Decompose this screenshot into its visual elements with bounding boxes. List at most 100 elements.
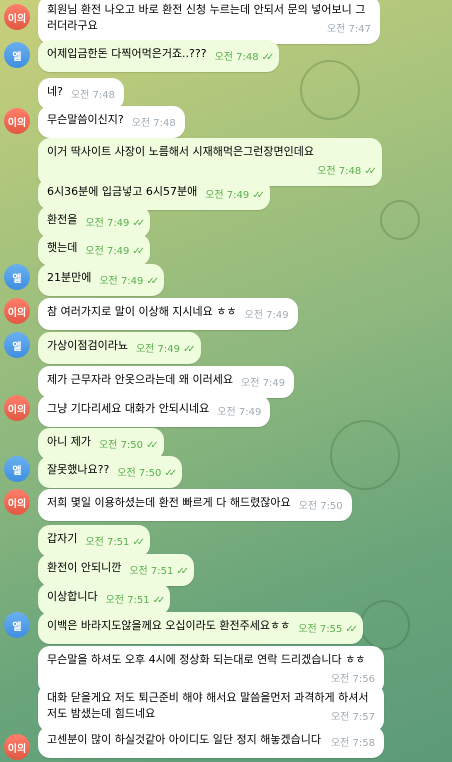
message-text: 무슨말씀이신지? (47, 113, 124, 126)
message-text: 무슨말을 하셔도 오후 4시에 정상화 되는대로 연락 드리겠습니다 ㅎㅎ (47, 653, 366, 666)
message-text: 아니 제가 (47, 435, 91, 448)
message-time: 오전 7:49 (244, 310, 289, 321)
message-text: 21분만에 (47, 271, 92, 284)
avatar[interactable]: 이의 (4, 395, 30, 421)
message-text: 고센분이 많이 하실것같아 아이디도 일단 정지 해놓겠습니다 (47, 733, 321, 746)
double-check-icon: ✓✓ (132, 246, 145, 257)
message-bubble[interactable]: 대화 닫을게요 저도 퇴근준비 해야 해서요 말씀을먼저 과격하게 하셔서 저도… (38, 684, 384, 732)
message-bubble[interactable]: 이상합니다 오전 7:51 ✓✓ (38, 583, 171, 615)
message-time: 오전 7:58 (330, 738, 375, 749)
message-bubble[interactable]: 잘못했나요?? 오전 7:50 ✓✓ (38, 456, 183, 488)
message-text: 갑자기 (47, 532, 78, 545)
message-time: 오전 7:48 (317, 166, 362, 177)
message-time: 오전 7:50 (98, 440, 144, 451)
message-meta: 오전 7:55 ✓✓ (298, 622, 358, 638)
message-meta: 오전 7:50 ✓✓ (98, 438, 159, 454)
avatar[interactable]: 이의 (4, 734, 30, 760)
message-meta: 오전 7:49 ✓✓ (85, 244, 145, 260)
message-text: 참 여러가지로 말이 이상해 지시네요 ㅎㅎ (47, 305, 237, 318)
double-check-icon: ✓✓ (164, 468, 177, 479)
avatar[interactable]: 이의 (4, 4, 30, 30)
message-time: 오전 7:49 (217, 407, 262, 418)
message-bubble[interactable]: 환전이 안되니깐 오전 7:51 ✓✓ (38, 554, 195, 586)
message-time: 오전 7:48 (70, 90, 116, 101)
message-time: 오전 7:49 (241, 378, 286, 389)
message-time: 오전 7:49 (135, 344, 181, 355)
message-time: 오전 7:50 (117, 468, 162, 479)
avatar[interactable]: 앨 (4, 42, 30, 68)
message-bubble[interactable]: 회원님 환전 나오고 바로 환전 신청 누르는데 안되서 문의 넣어보니 그러더… (38, 0, 380, 44)
double-check-icon: ✓✓ (176, 566, 189, 577)
double-check-icon: ✓✓ (364, 166, 377, 177)
message-text: 대화 닫을게요 저도 퇴근준비 해야 해서요 말씀을먼저 과격하게 하셔서 저도… (47, 691, 369, 720)
message-time: 오전 7:49 (85, 246, 130, 257)
message-time: 오전 7:47 (326, 24, 371, 35)
message-bubble[interactable]: 저희 몇일 이용하셨는데 환전 빠르게 다 해드렸잖아요 오전 7:50 (38, 489, 352, 521)
message-meta: 오전 7:49 ✓✓ (135, 342, 196, 358)
message-time: 오전 7:48 (214, 52, 259, 63)
message-bubble[interactable]: 21분만에 오전 7:49 ✓✓ (38, 264, 165, 296)
chat-history: 이의 회원님 환전 나오고 바로 환전 신청 누르는데 안되서 문의 넣어보니 … (0, 0, 452, 762)
message-bubble[interactable]: 가상이점검이라뇨 오전 7:49 ✓✓ (38, 332, 201, 364)
message-time: 오전 7:48 (131, 118, 176, 129)
double-check-icon: ✓✓ (146, 440, 159, 451)
message-meta: 오전 7:48 ✓✓ (214, 50, 275, 66)
double-check-icon: ✓✓ (152, 595, 166, 606)
avatar[interactable]: 이의 (4, 108, 30, 134)
message-time: 오전 7:51 (85, 537, 130, 548)
message-meta: 오전 7:50 ✓✓ (117, 466, 177, 482)
message-text: 6시36분에 입금넣고 6시57분애 (47, 185, 198, 198)
message-text: 이거 딱사이트 사장이 노름해서 시재해먹은그런장면인데요 (47, 145, 314, 158)
double-check-icon: ✓✓ (132, 537, 145, 548)
message-text: 가상이점검이라뇨 (47, 339, 128, 352)
message-time: 오전 7:51 (129, 566, 174, 577)
background-doodle (360, 600, 410, 650)
avatar[interactable]: 앨 (4, 612, 30, 638)
message-bubble[interactable]: 이백은 바라지도않을께요 오십이라도 환전주세요ㅎㅎ 오전 7:55 ✓✓ (38, 612, 364, 644)
avatar[interactable]: 이의 (4, 489, 30, 515)
double-check-icon: ✓✓ (132, 218, 145, 229)
background-doodle (330, 420, 400, 490)
message-meta: 오전 7:51 ✓✓ (129, 564, 189, 580)
message-meta: 오전 7:48 ✓✓ (317, 164, 377, 180)
message-time: 오전 7:50 (298, 501, 343, 512)
message-meta: 오전 7:51 ✓✓ (105, 593, 166, 609)
avatar[interactable]: 이의 (4, 298, 30, 324)
double-check-icon: ✓✓ (252, 190, 265, 201)
message-bubble[interactable]: 고센분이 많이 하실것같아 아이디도 일단 정지 해놓겠습니다 오전 7:58 (38, 726, 384, 758)
message-meta: 오전 7:51 ✓✓ (85, 535, 145, 551)
double-check-icon: ✓✓ (345, 624, 358, 635)
background-doodle (380, 200, 420, 240)
avatar[interactable]: 앨 (4, 264, 30, 290)
message-text: 저희 몇일 이용하셨는데 환전 빠르게 다 해드렸잖아요 (47, 496, 291, 509)
message-bubble[interactable]: 어제입금한돈 다찍어먹은거죠..??? 오전 7:48 ✓✓ (38, 40, 280, 72)
double-check-icon: ✓✓ (183, 344, 196, 355)
message-text: 네? (47, 85, 63, 98)
message-meta: 오전 7:49 ✓✓ (99, 274, 159, 290)
avatar[interactable]: 앨 (4, 456, 30, 482)
message-meta: 오전 7:49 ✓✓ (205, 188, 265, 204)
message-bubble[interactable]: 햇는데 오전 7:49 ✓✓ (38, 234, 151, 266)
message-bubble[interactable]: 참 여러가지로 말이 이상해 지시네요 ㅎㅎ 오전 7:49 (38, 298, 298, 330)
message-text: 이백은 바라지도않을께요 오십이라도 환전주세요ㅎㅎ (47, 619, 291, 632)
message-time: 오전 7:51 (105, 595, 150, 606)
message-bubble[interactable]: 그냥 기다리세요 대화가 안되시네요 오전 7:49 (38, 395, 271, 427)
message-text: 제가 근무자라 안옷으라는데 왜 이러세요 (47, 373, 234, 386)
message-bubble[interactable]: 제가 근무자라 안옷으라는데 왜 이러세요 오전 7:49 (38, 366, 295, 398)
message-bubble[interactable]: 무슨말씀이신지? 오전 7:48 (38, 106, 185, 138)
message-time: 오전 7:55 (298, 624, 343, 635)
message-time: 오전 7:49 (85, 218, 130, 229)
message-meta: 오전 7:49 ✓✓ (85, 216, 145, 232)
background-doodle (300, 60, 360, 120)
message-text: 그냥 기다리세요 대화가 안되시네요 (47, 402, 210, 415)
message-text: 환전을 (47, 213, 78, 226)
avatar[interactable]: 앨 (4, 332, 30, 358)
message-text: 햇는데 (47, 241, 78, 254)
double-check-icon: ✓✓ (146, 276, 159, 287)
message-text: 잘못했나요?? (47, 463, 110, 476)
message-time: 오전 7:49 (99, 276, 144, 287)
double-check-icon: ✓✓ (261, 52, 275, 63)
message-bubble[interactable]: 갑자기 오전 7:51 ✓✓ (38, 525, 151, 557)
message-time: 오전 7:49 (205, 190, 250, 201)
message-text: 환전이 안되니깐 (47, 561, 122, 574)
